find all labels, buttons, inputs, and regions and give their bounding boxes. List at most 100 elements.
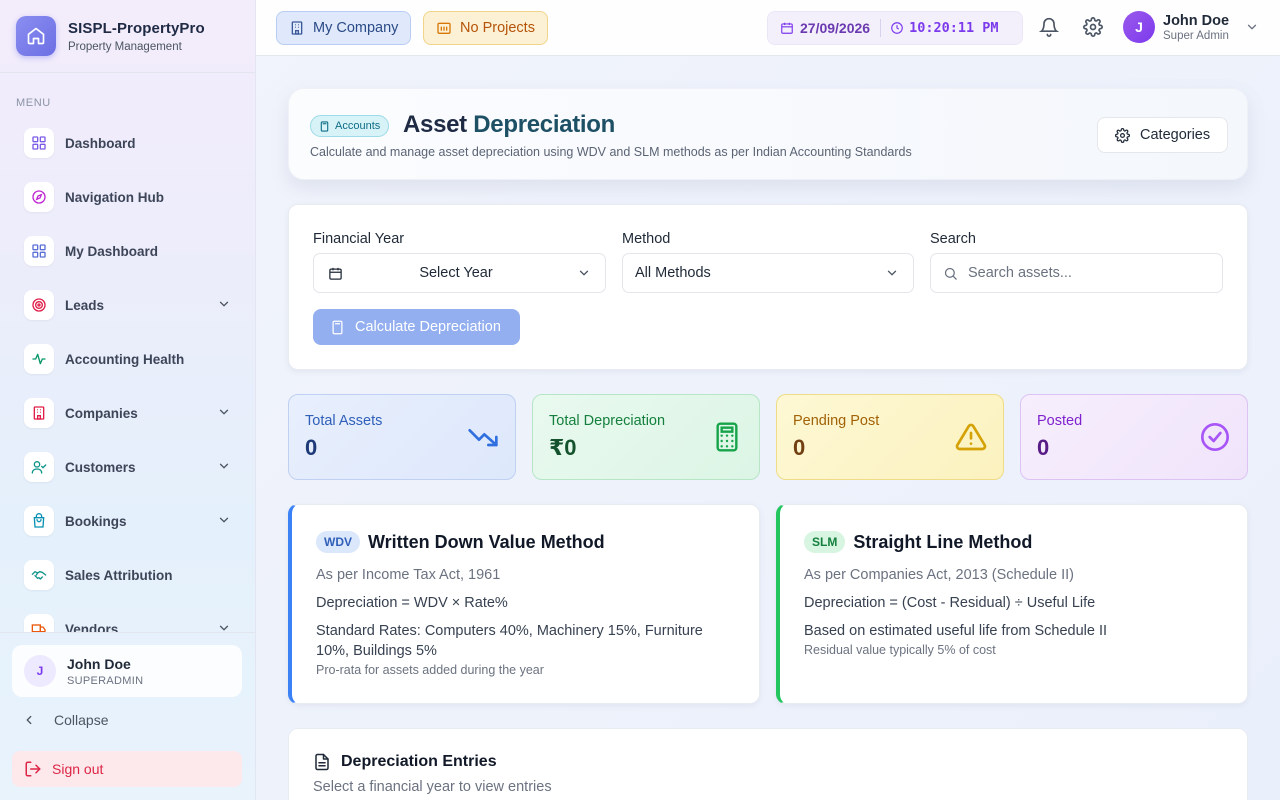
gear-icon <box>1115 127 1130 143</box>
divider <box>880 19 882 37</box>
home-icon <box>16 16 56 56</box>
chevron-down-icon <box>1247 24 1257 30</box>
method-act: As per Income Tax Act, 1961 <box>316 567 501 583</box>
financial-year-label: Financial Year <box>313 231 405 247</box>
user-name: John Doe <box>67 655 131 672</box>
sidebar-item-accounting-health[interactable]: Accounting Health <box>0 332 255 386</box>
sidebar-item-my-dashboard[interactable]: My Dashboard <box>0 224 255 278</box>
top-bar: My Company No Projects 27/09/2026 10:20:… <box>256 0 1280 56</box>
method-value: All Methods <box>635 265 711 281</box>
date-time-display: 27/09/2026 10:20:11 PM <box>767 11 1023 45</box>
building-icon <box>24 398 54 428</box>
categories-button[interactable]: Categories <box>1097 117 1228 153</box>
calendar-icon <box>781 22 793 34</box>
trending-down-icon <box>468 429 498 447</box>
stat-total-depreciation: Total Depreciation ₹0 <box>532 394 760 480</box>
bell-icon[interactable] <box>1039 17 1059 37</box>
collapse-button[interactable]: Collapse <box>22 712 108 728</box>
grid-icon <box>24 128 54 158</box>
sidebar: SISPL-PropertyPro Property Management ME… <box>0 0 256 800</box>
search-input[interactable] <box>968 265 1208 281</box>
building-icon <box>291 21 303 35</box>
sidebar-divider <box>0 632 255 633</box>
calculate-depreciation-button[interactable]: Calculate Depreciation <box>313 309 520 345</box>
sidebar-item-vendors[interactable]: Vendors <box>0 602 255 632</box>
calculator-icon <box>716 422 738 452</box>
sidebar-item-label: Navigation Hub <box>65 189 165 205</box>
categories-label: Categories <box>1140 127 1211 143</box>
sidebar-item-dashboard[interactable]: Dashboard <box>0 116 255 170</box>
sidebar-item-label: My Dashboard <box>65 243 159 259</box>
menu-label: MENU <box>16 97 51 109</box>
brand-subtitle: Property Management <box>68 40 182 53</box>
check-circle-icon <box>1201 423 1229 451</box>
user-role: Super Admin <box>1163 29 1229 42</box>
handshake-icon <box>24 560 54 590</box>
activity-icon <box>24 344 54 374</box>
logout-icon <box>25 761 41 777</box>
shopping-bag-icon <box>24 506 54 536</box>
sidebar-item-companies[interactable]: Companies <box>0 386 255 440</box>
sidebar-divider <box>0 72 255 73</box>
slm-method-card: SLM Straight Line Method As per Companie… <box>776 504 1248 704</box>
sidebar-item-leads[interactable]: Leads <box>0 278 255 332</box>
user-menu[interactable]: J John Doe Super Admin <box>1123 11 1259 43</box>
method-act: As per Companies Act, 2013 (Schedule II) <box>804 567 1075 583</box>
financial-year-select[interactable]: Select Year <box>313 253 606 293</box>
user-name: John Doe <box>1163 12 1230 29</box>
signout-button[interactable]: Sign out <box>12 751 242 787</box>
method-title: Written Down Value Method <box>368 531 605 552</box>
method-label: Method <box>622 231 671 247</box>
sidebar-item-label: Accounting Health <box>65 351 185 367</box>
method-title: Straight Line Method <box>853 531 1033 552</box>
avatar: J <box>1123 11 1155 43</box>
badge-label: Accounts <box>335 120 381 132</box>
chevron-down-icon <box>579 270 589 276</box>
method-detail: Based on estimated useful life from Sche… <box>804 623 1108 639</box>
calculate-label: Calculate Depreciation <box>355 319 501 335</box>
sidebar-item-sales-attribution[interactable]: Sales Attribution <box>0 548 255 602</box>
sidebar-item-customers[interactable]: Customers <box>0 440 255 494</box>
method-detail: Standard Rates: Computers 40%, Machinery… <box>316 623 703 659</box>
current-time: 10:20:11 PM <box>909 20 999 36</box>
collapse-label: Collapse <box>54 712 109 728</box>
company-selector[interactable]: My Company <box>276 11 412 45</box>
sidebar-user-card[interactable]: J John Doe SUPERADMIN <box>12 645 242 697</box>
filter-panel: Financial Year Select Year Method All Me… <box>288 204 1248 370</box>
page-title-part1: Asset <box>403 111 467 138</box>
calculator-icon <box>332 320 343 334</box>
chevron-down-icon[interactable] <box>217 621 231 632</box>
chevron-down-icon[interactable] <box>217 405 231 419</box>
method-formula: Depreciation = (Cost - Residual) ÷ Usefu… <box>804 595 1096 611</box>
sidebar-item-label: Vendors <box>65 621 119 633</box>
stat-total-assets: Total Assets 0 <box>288 394 516 480</box>
sidebar-item-navigation-hub[interactable]: Navigation Hub <box>0 170 255 224</box>
chevron-down-icon[interactable] <box>217 459 231 473</box>
gear-icon[interactable] <box>1083 17 1103 37</box>
calendar-icon <box>329 267 342 280</box>
chevron-left-icon <box>26 715 32 725</box>
projects-label: No Projects <box>460 20 535 36</box>
entries-title: Depreciation Entries <box>341 753 497 770</box>
entries-subtitle: Select a financial year to view entries <box>313 779 552 795</box>
section-badge: Accounts <box>310 115 390 137</box>
file-text-icon <box>315 753 329 771</box>
grid-icon <box>24 236 54 266</box>
wdv-method-card: WDV Written Down Value Method As per Inc… <box>288 504 760 704</box>
sidebar-item-label: Bookings <box>65 513 127 529</box>
truck-icon <box>24 614 54 632</box>
user-role: SUPERADMIN <box>67 674 144 687</box>
sidebar-item-bookings[interactable]: Bookings <box>0 494 255 548</box>
folder-icon <box>437 22 451 34</box>
signout-label: Sign out <box>52 761 104 777</box>
project-selector[interactable]: No Projects <box>423 11 548 45</box>
brand[interactable]: SISPL-PropertyPro Property Management <box>16 16 205 56</box>
method-formula: Depreciation = WDV × Rate% <box>316 595 508 611</box>
chevron-down-icon[interactable] <box>217 513 231 527</box>
method-select[interactable]: All Methods <box>622 253 914 293</box>
page-title-part2: Depreciation <box>473 111 616 138</box>
page-subtitle: Calculate and manage asset depreciation … <box>310 145 912 159</box>
chevron-down-icon[interactable] <box>217 297 231 311</box>
current-date: 27/09/2026 <box>800 20 871 36</box>
target-icon <box>24 290 54 320</box>
